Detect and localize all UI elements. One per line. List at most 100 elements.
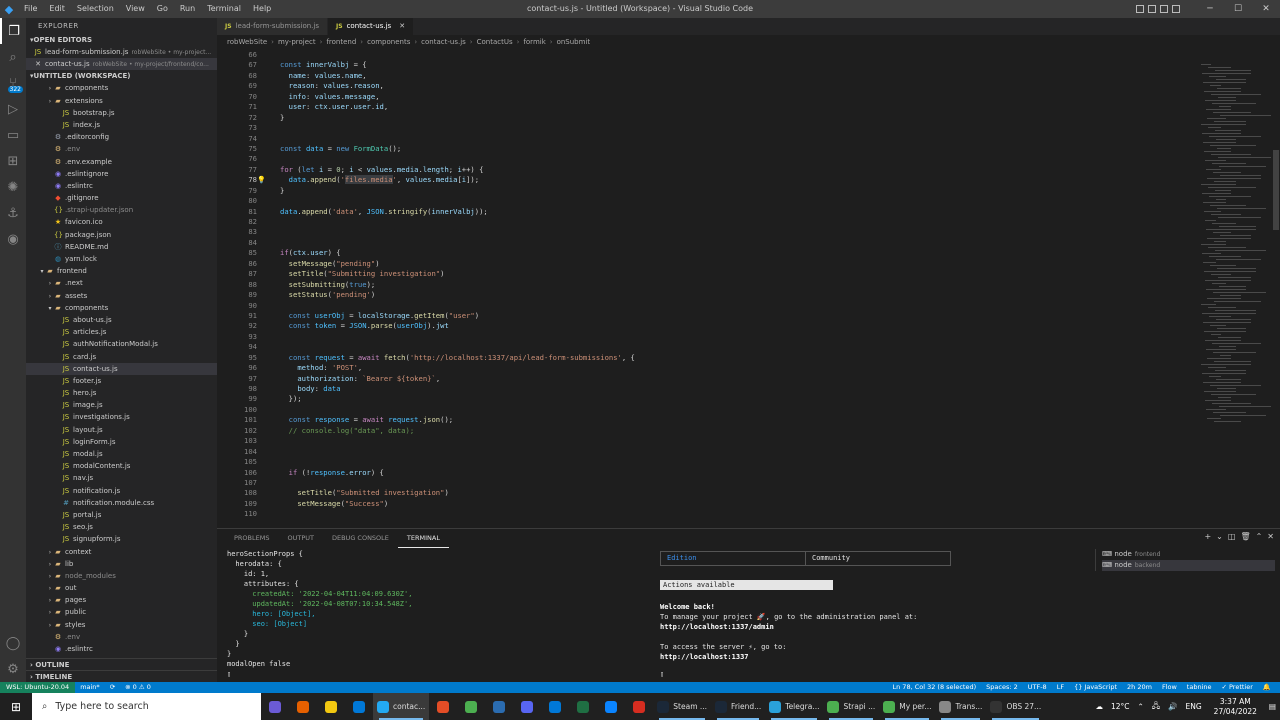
tree-file[interactable]: ⚙ .env <box>26 631 217 643</box>
code-line[interactable]: 99 }); <box>217 394 1197 404</box>
tree-file[interactable]: JS index.js <box>26 119 217 131</box>
taskbar-search[interactable]: ⌕ Type here to search <box>32 693 261 720</box>
end-of-line[interactable]: LF <box>1052 682 1069 693</box>
taskbar-app[interactable]: Friend... <box>711 693 765 720</box>
code-line[interactable]: 94 <box>217 342 1197 352</box>
tree-file[interactable]: {} .strapi-updater.json <box>26 204 217 216</box>
code-line[interactable]: 96 method: 'POST', <box>217 363 1197 373</box>
terminal-instance[interactable]: ⌨ node frontend <box>1102 549 1275 560</box>
tree-folder[interactable]: ▾ ▰ components <box>26 302 217 314</box>
lightbulb-icon[interactable]: 💡 <box>257 175 266 185</box>
code-line[interactable]: 87 setTitle("Submitting investigation") <box>217 269 1197 279</box>
taskbar-app[interactable] <box>569 693 597 720</box>
cursor-position[interactable]: Ln 78, Col 32 (8 selected) <box>888 682 982 693</box>
code-line[interactable]: 109 setMessage("Success") <box>217 499 1197 509</box>
tree-folder[interactable]: ▾ ▰ frontend <box>26 265 217 277</box>
taskbar-app[interactable]: Trans... <box>935 693 986 720</box>
scrollbar-thumb[interactable] <box>1273 150 1279 230</box>
tree-file[interactable]: JS hero.js <box>26 387 217 399</box>
panel-tab-debug-console[interactable]: DEBUG CONSOLE <box>323 529 398 547</box>
tree-folder[interactable]: › ▰ styles <box>26 619 217 631</box>
code-line[interactable]: 110 <box>217 509 1197 519</box>
tree-file[interactable]: JS about-us.js <box>26 314 217 326</box>
menu-help[interactable]: Help <box>247 0 277 18</box>
tree-file[interactable]: JS image.js <box>26 399 217 411</box>
explorer-icon[interactable]: ❐ <box>0 18 26 44</box>
menu-run[interactable]: Run <box>174 0 201 18</box>
breadcrumb-item[interactable]: ContactUs <box>477 35 513 49</box>
tree-file[interactable]: JS modal.js <box>26 448 217 460</box>
tree-file[interactable]: JS seo.js <box>26 521 217 533</box>
tree-folder[interactable]: › ▰ out <box>26 582 217 594</box>
tree-file[interactable]: {} package.json <box>26 229 217 241</box>
code-line[interactable]: 70 info: values.message, <box>217 92 1197 102</box>
breadcrumb-item[interactable]: my-project <box>278 35 316 49</box>
taskbar-app[interactable]: Telegra... <box>765 693 823 720</box>
close-tab-icon[interactable]: ✕ <box>399 18 405 35</box>
tree-file[interactable]: JS nav.js <box>26 472 217 484</box>
taskbar-app[interactable] <box>625 693 653 720</box>
language-mode[interactable]: {} JavaScript <box>1069 682 1122 693</box>
menu-view[interactable]: View <box>120 0 151 18</box>
tree-file[interactable]: # notification.module.css <box>26 497 217 509</box>
taskbar-app[interactable] <box>597 693 625 720</box>
taskbar-app[interactable] <box>429 693 457 720</box>
taskbar-app[interactable] <box>261 693 289 720</box>
clock[interactable]: 3:37 AM 27/04/2022 <box>1206 697 1265 717</box>
tree-file[interactable]: ◉ .eslintrc <box>26 643 217 655</box>
tree-file[interactable]: ⓘ README.md <box>26 241 217 253</box>
run-debug-icon[interactable]: ▷ <box>0 96 26 122</box>
extensions-icon[interactable]: ⊞ <box>0 148 26 174</box>
tree-file[interactable]: JS authNotificationModal.js <box>26 338 217 350</box>
tree-file[interactable]: JS articles.js <box>26 326 217 338</box>
tree-file[interactable]: JS notification.js <box>26 485 217 497</box>
code-line[interactable]: 76 <box>217 154 1197 164</box>
tree-file[interactable]: JS investigations.js <box>26 411 217 423</box>
tree-folder[interactable]: › ▰ pages <box>26 594 217 606</box>
code-line[interactable]: 103 <box>217 436 1197 446</box>
code-line[interactable]: 92 const token = JSON.parse(userObj).jwt <box>217 321 1197 331</box>
editor-scrollbar[interactable] <box>1272 50 1280 528</box>
taskbar-app[interactable] <box>541 693 569 720</box>
breadcrumb-item[interactable]: formik <box>523 35 545 49</box>
breadcrumb-item[interactable]: contact-us.js <box>421 35 466 49</box>
tree-file[interactable]: JS loginForm.js <box>26 436 217 448</box>
taskbar-app[interactable] <box>345 693 373 720</box>
toggle-panel-icon[interactable] <box>1148 5 1156 13</box>
close-window-button[interactable]: ✕ <box>1252 0 1280 18</box>
windows-start-icon[interactable]: ⊞ <box>0 693 32 720</box>
open-editor-item[interactable]: JS lead-form-submission.js robWebSite • my… <box>26 46 217 58</box>
language-indicator[interactable]: ENG <box>1182 702 1206 711</box>
notifications-bell-icon[interactable]: 🔔 <box>1258 682 1276 693</box>
workspace-section[interactable]: ▾UNTITLED (WORKSPACE) <box>26 70 217 82</box>
code-line[interactable]: 89 setStatus('pending') <box>217 290 1197 300</box>
code-line[interactable]: 72} <box>217 113 1197 123</box>
code-line[interactable]: 106 if (!response.error) { <box>217 468 1197 478</box>
taskbar-app[interactable] <box>513 693 541 720</box>
panel-tab-output[interactable]: OUTPUT <box>278 529 323 547</box>
flow-status[interactable]: Flow <box>1157 682 1182 693</box>
tree-file[interactable]: ◆ .gitignore <box>26 192 217 204</box>
network-icon[interactable]: 🖧 <box>1148 700 1164 713</box>
taskbar-app[interactable]: My per... <box>879 693 935 720</box>
volume-icon[interactable]: 🔊 <box>1164 702 1181 711</box>
encoding[interactable]: UTF-8 <box>1023 682 1052 693</box>
code-line[interactable]: 66 <box>217 50 1197 60</box>
breadcrumb-item[interactable]: onSubmit <box>557 35 591 49</box>
problems-count[interactable]: ⊗ 0 ⚠ 0 <box>120 682 156 693</box>
tree-folder[interactable]: › ▰ assets <box>26 290 217 302</box>
code-area[interactable]: 66 67 const innerValbj = {68 name: values.… <box>217 50 1197 528</box>
time-tracker[interactable]: 2h 20m <box>1122 682 1157 693</box>
tree-file[interactable]: JS card.js <box>26 351 217 363</box>
code-line[interactable]: 104 <box>217 447 1197 457</box>
code-line[interactable]: 95 const request = await fetch('http://l… <box>217 353 1197 363</box>
tree-file[interactable]: ◍ yarn.lock <box>26 253 217 265</box>
new-terminal-icon[interactable]: + <box>1204 532 1211 541</box>
breadcrumb-item[interactable]: frontend <box>326 35 356 49</box>
remote-indicator[interactable]: WSL: Ubuntu-20.04 <box>0 682 76 693</box>
code-line[interactable]: 100 <box>217 405 1197 415</box>
taskbar-app[interactable] <box>485 693 513 720</box>
code-line[interactable]: 74 <box>217 134 1197 144</box>
tree-file[interactable]: JS signupform.js <box>26 533 217 545</box>
panel-tab-problems[interactable]: PROBLEMS <box>225 529 278 547</box>
